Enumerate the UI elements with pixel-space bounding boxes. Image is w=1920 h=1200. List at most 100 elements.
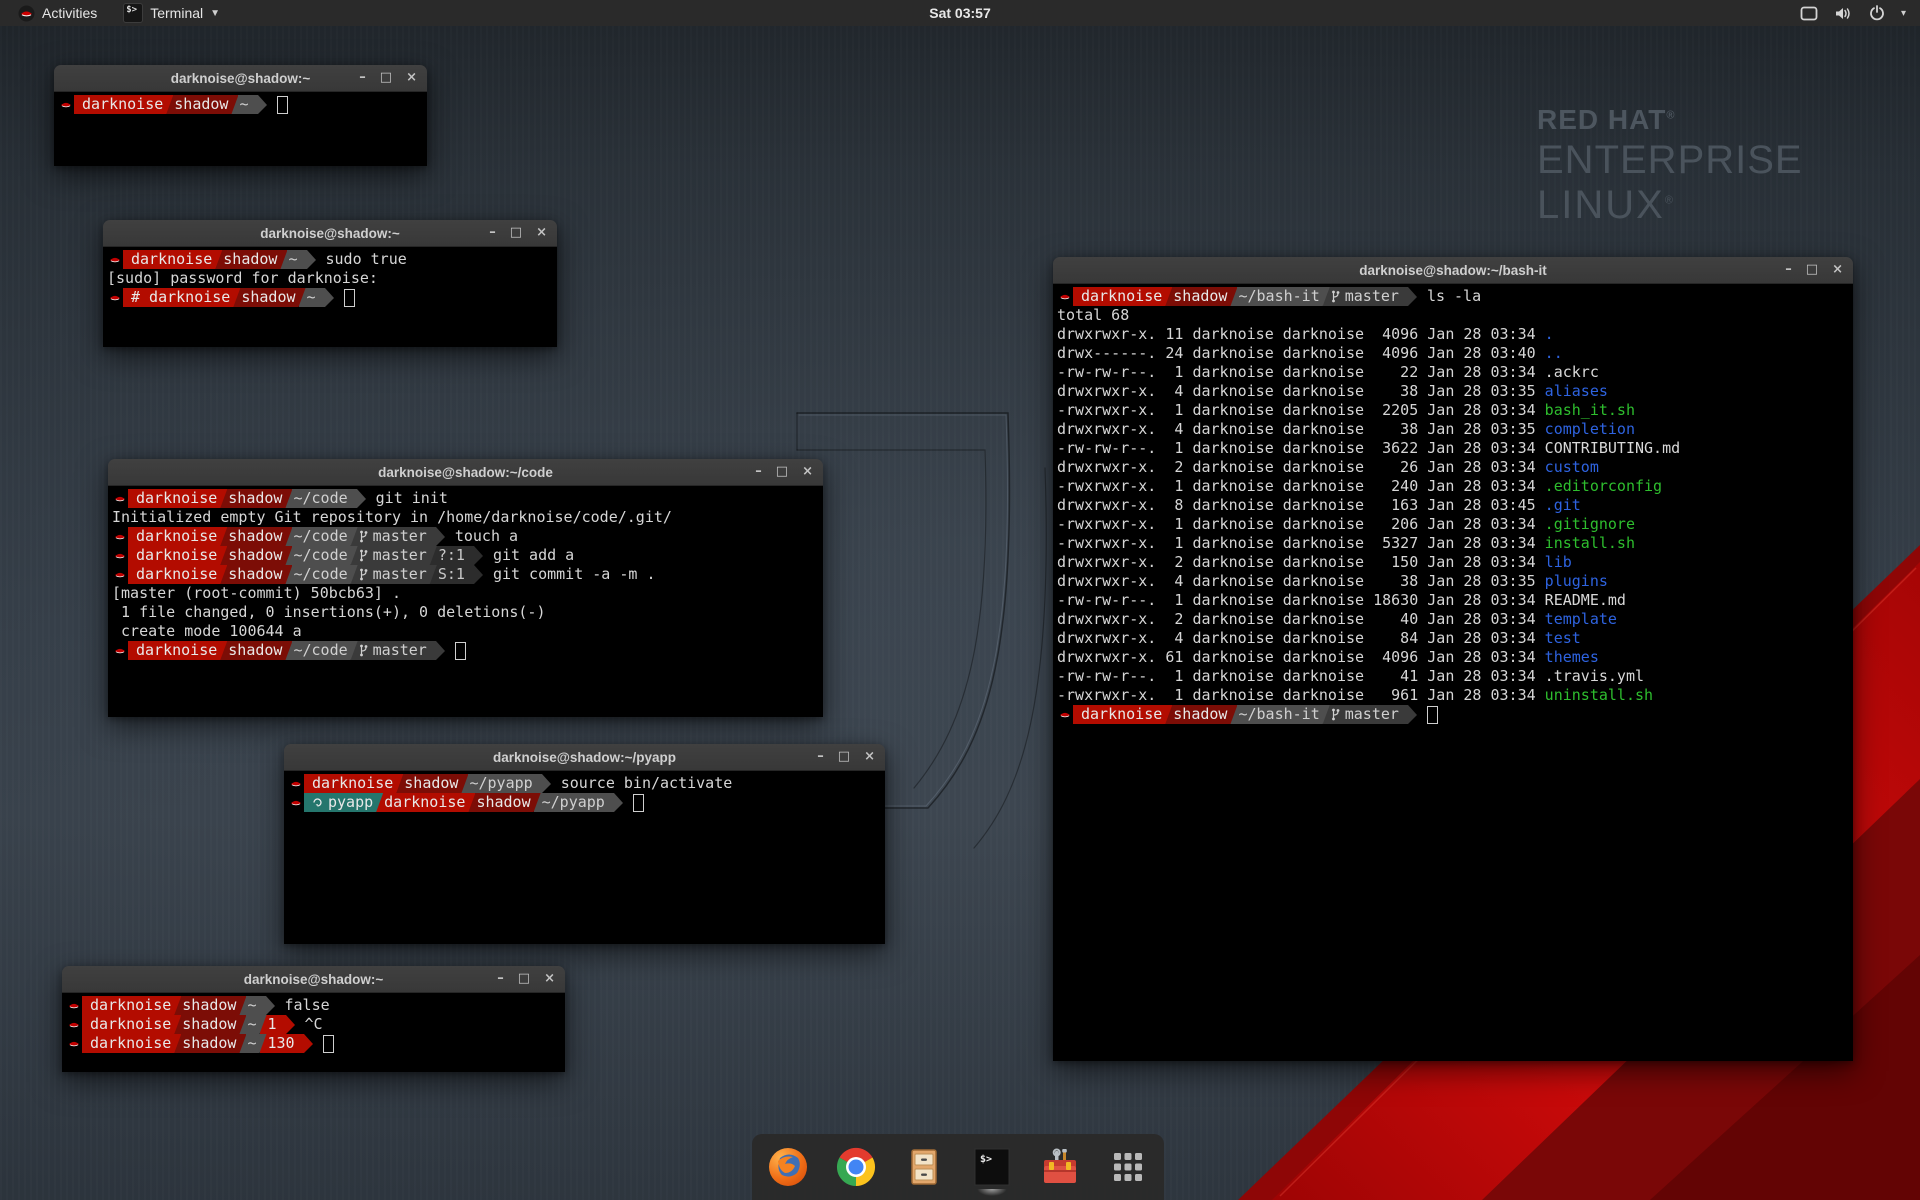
prompt-segment-host: shadow [396, 774, 468, 793]
terminal-output-line: create mode 100644 a [112, 622, 819, 641]
window-titlebar[interactable]: darknoise@shadow:~ – □ × [62, 966, 565, 993]
brand-line-redhat: RED HAT® [1537, 104, 1803, 136]
window-titlebar[interactable]: darknoise@shadow:~/code – □ × [108, 459, 823, 486]
prompt-segment-user: # darknoise [123, 288, 240, 307]
close-button[interactable]: × [406, 65, 417, 91]
close-button[interactable]: × [802, 459, 813, 485]
dock-icon-files[interactable] [901, 1144, 947, 1190]
close-button[interactable]: × [1832, 257, 1843, 283]
ls-file-meta: drwxrwxr-x. 2 darknoise darknoise 26 Jan… [1057, 458, 1545, 476]
prompt-arrow [1408, 287, 1417, 306]
terminal-cursor [277, 96, 288, 114]
prompt-segment-exit: 130 [260, 1034, 304, 1053]
dock-icon-terminal[interactable]: $> [969, 1144, 1015, 1190]
minimize-button[interactable]: – [1785, 257, 1792, 283]
maximize-button[interactable]: □ [1806, 257, 1818, 283]
ls-output-row: drwxrwxr-x. 4 darknoise darknoise 84 Jan… [1057, 629, 1849, 648]
prompt-segment-user: darknoise [304, 774, 403, 793]
prompt-segment-user: darknoise [376, 793, 475, 812]
close-button[interactable]: × [536, 220, 547, 246]
terminal-window-pyapp[interactable]: darknoise@shadow:~/pyapp – □ × darknoise… [284, 744, 885, 944]
python-venv-icon [312, 797, 323, 808]
prompt-arrow [542, 774, 551, 793]
screen-icon[interactable] [1800, 6, 1818, 21]
command-text: git commit -a -m . [493, 565, 656, 584]
terminal-content[interactable]: darknoiseshadow~/bash-itmasterls -latota… [1053, 284, 1853, 1061]
window-titlebar[interactable]: darknoise@shadow:~ – □ × [103, 220, 557, 247]
ls-file-meta: drwxrwxr-x. 4 darknoise darknoise 38 Jan… [1057, 420, 1545, 438]
prompt-line: darknoiseshadow~1^C [66, 1015, 561, 1034]
terminal-cursor [455, 642, 466, 660]
terminal-content[interactable]: darknoiseshadow~ [54, 92, 427, 166]
terminal-content[interactable]: darknoiseshadow~/pyappsource bin/activat… [284, 771, 885, 944]
terminal-content[interactable]: darknoiseshadow~sudo true[sudo] password… [103, 247, 557, 347]
terminal-cursor [344, 289, 355, 307]
ls-file-name: .gitignore [1545, 515, 1635, 533]
minimize-button[interactable]: – [359, 65, 366, 91]
chevron-down-icon[interactable]: ▾ [1901, 8, 1906, 19]
app-grid-icon [1106, 1145, 1150, 1189]
terminal-output-line: 1 file changed, 0 insertions(+), 0 delet… [112, 603, 819, 622]
window-titlebar[interactable]: darknoise@shadow:~/bash-it – □ × [1053, 257, 1853, 284]
terminal-app-icon: $> [123, 3, 143, 23]
close-button[interactable]: × [864, 744, 875, 770]
terminal-window-home-1[interactable]: darknoise@shadow:~ – □ × darknoiseshadow… [54, 65, 427, 166]
dock-icon-chrome[interactable] [833, 1144, 879, 1190]
prompt-segment-host: shadow [166, 95, 238, 114]
terminal-content[interactable]: darknoiseshadow~/codegit initInitialized… [108, 486, 823, 717]
ls-output-row: drwxrwxr-x. 11 darknoise darknoise 4096 … [1057, 325, 1849, 344]
dock-icon-toolbox[interactable] [1037, 1144, 1083, 1190]
ls-file-meta: -rwxrwxr-x. 1 darknoise darknoise 240 Ja… [1057, 477, 1545, 495]
minimize-button[interactable]: – [755, 459, 762, 485]
volume-icon[interactable] [1834, 6, 1853, 21]
ls-output-row: drwxrwxr-x. 61 darknoise darknoise 4096 … [1057, 648, 1849, 667]
window-title: darknoise@shadow:~ [244, 972, 384, 987]
prompt-segment-git: master [351, 546, 437, 565]
chevron-down-icon: ▼ [210, 8, 220, 19]
prompt-segment-path: ~/code [285, 489, 356, 508]
redhat-prompt-icon [107, 250, 123, 269]
maximize-button[interactable]: □ [380, 65, 392, 91]
prompt-segment-user: darknoise [128, 546, 227, 565]
dock-icon-firefox[interactable] [765, 1144, 811, 1190]
window-titlebar[interactable]: darknoise@shadow:~/pyapp – □ × [284, 744, 885, 771]
ls-file-name: lib [1545, 553, 1572, 571]
ls-file-meta: drwxrwxr-x. 8 darknoise darknoise 163 Ja… [1057, 496, 1545, 514]
ls-output-row: -rwxrwxr-x. 1 darknoise darknoise 961 Ja… [1057, 686, 1849, 705]
power-icon[interactable] [1869, 5, 1885, 21]
close-button[interactable]: × [544, 966, 555, 992]
git-branch-icon [359, 530, 368, 543]
terminal-window-sudo[interactable]: darknoise@shadow:~ – □ × darknoiseshadow… [103, 220, 557, 347]
ls-output-row: -rw-rw-r--. 1 darknoise darknoise 41 Jan… [1057, 667, 1849, 686]
prompt-line: darknoiseshadow~/codemastertouch a [112, 527, 819, 546]
prompt-arrow [1408, 705, 1417, 724]
dock-icon-app-grid[interactable] [1105, 1144, 1151, 1190]
git-branch-icon [1331, 708, 1340, 721]
terminal-window-bash-it[interactable]: darknoise@shadow:~/bash-it – □ × darknoi… [1053, 257, 1853, 1061]
terminal-content[interactable]: darknoiseshadow~falsedarknoiseshadow~1^C… [62, 993, 565, 1072]
prompt-segment-user: darknoise [82, 1015, 181, 1034]
prompt-segment-user: darknoise [1073, 705, 1172, 724]
terminal-window-home-2[interactable]: darknoise@shadow:~ – □ × darknoiseshadow… [62, 966, 565, 1072]
clock[interactable]: Sat 03:57 [0, 5, 1920, 21]
minimize-button[interactable]: – [497, 966, 504, 992]
redhat-prompt-icon [112, 489, 128, 508]
activities-button[interactable]: Activities [8, 0, 107, 26]
minimize-button[interactable]: – [489, 220, 496, 246]
window-titlebar[interactable]: darknoise@shadow:~ – □ × [54, 65, 427, 92]
maximize-button[interactable]: □ [518, 966, 530, 992]
prompt-segment-host: shadow [220, 565, 292, 584]
prompt-arrow [266, 996, 275, 1015]
minimize-button[interactable]: – [817, 744, 824, 770]
maximize-button[interactable]: □ [510, 220, 522, 246]
prompt-segment-host: shadow [174, 1015, 246, 1034]
terminal-window-code[interactable]: darknoise@shadow:~/code – □ × darknoises… [108, 459, 823, 717]
ls-file-meta: -rw-rw-r--. 1 darknoise darknoise 41 Jan… [1057, 667, 1545, 685]
maximize-button[interactable]: □ [838, 744, 850, 770]
maximize-button[interactable]: □ [776, 459, 788, 485]
prompt-segment-user: darknoise [128, 641, 227, 660]
prompt-segment-git: master [1323, 287, 1408, 306]
window-title: darknoise@shadow:~/bash-it [1359, 263, 1547, 278]
app-menu-terminal[interactable]: $> Terminal ▼ [113, 0, 230, 26]
dock: $> [752, 1134, 1164, 1200]
